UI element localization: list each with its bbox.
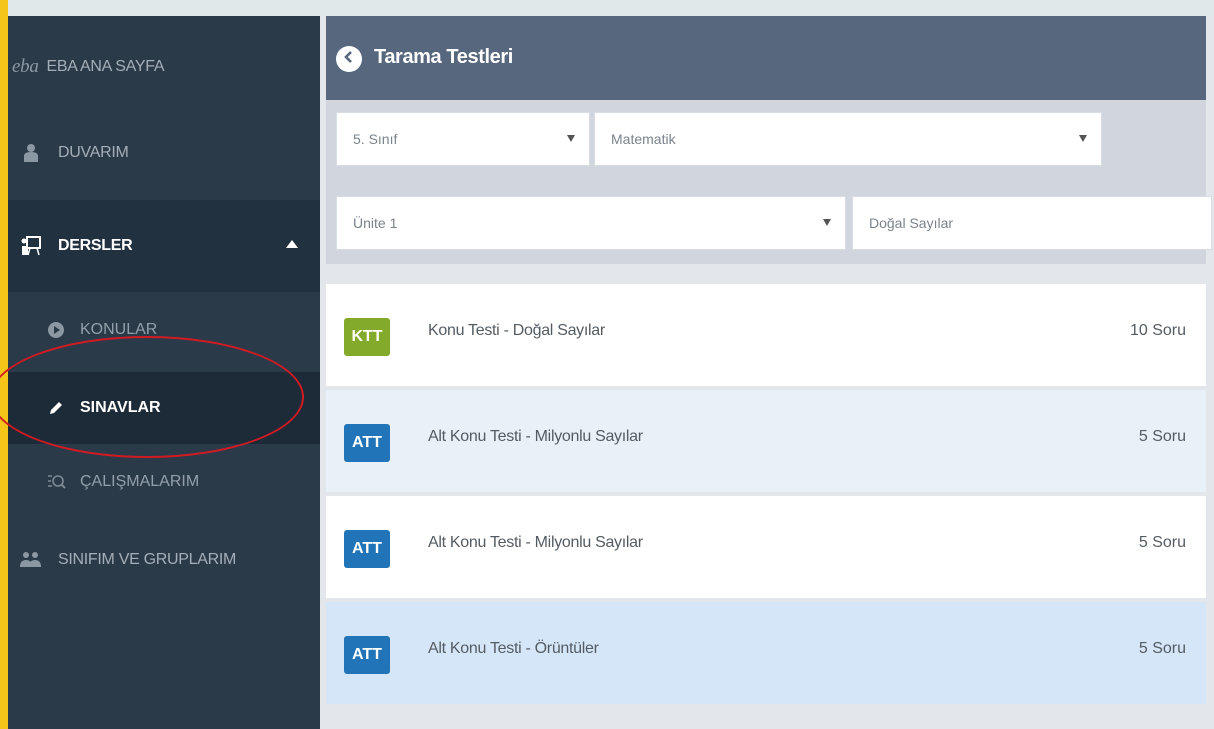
- sidebar-item-label: SINAVLAR: [80, 399, 161, 416]
- user-icon: [20, 142, 42, 164]
- filter-panel: 5. Sınıf Matematik Ünite 1 Doğal Sayılar: [326, 100, 1212, 264]
- page-header: Tarama Testleri: [326, 16, 1206, 100]
- question-count: 5 Soru: [1138, 534, 1186, 551]
- unit-select[interactable]: Ünite 1: [336, 196, 846, 250]
- sidebar-item-topics[interactable]: KONULAR: [8, 296, 320, 364]
- sidebar-item-label: KONULAR: [80, 321, 158, 338]
- subject-select[interactable]: Matematik: [594, 112, 1102, 166]
- sidebar-item-label: DUVARIM: [58, 144, 129, 161]
- grade-select[interactable]: 5. Sınıf: [336, 112, 590, 166]
- subject-select-value: Matematik: [611, 131, 676, 147]
- sidebar-item-label: EBA ANA SAYFA: [46, 58, 165, 75]
- dropdown-arrow-icon: [1079, 135, 1087, 142]
- presentation-board-icon: [20, 235, 42, 257]
- question-count: 5 Soru: [1138, 428, 1186, 445]
- grade-select-value: 5. Sınıf: [353, 131, 398, 147]
- sidebar-item-label: ÇALIŞMALARIM: [80, 473, 200, 490]
- sidebar-item-exams[interactable]: SINAVLAR: [8, 372, 320, 444]
- page-title: Tarama Testleri: [374, 46, 513, 68]
- pencil-icon: [46, 398, 66, 418]
- test-type-badge: ATT: [344, 424, 390, 462]
- test-title: Alt Konu Testi - Milyonlu Sayılar: [428, 428, 643, 445]
- users-icon: [20, 549, 42, 571]
- sidebar-item-eba-home[interactable]: eba EBA ANA SAYFA: [8, 38, 320, 96]
- test-row[interactable]: KTT Konu Testi - Doğal Sayılar 10 Soru: [326, 284, 1206, 386]
- test-type-badge: ATT: [344, 636, 390, 674]
- sidebar-item-lessons[interactable]: DERSLER: [8, 200, 320, 292]
- back-button[interactable]: [336, 46, 362, 72]
- caret-up-icon: [286, 240, 298, 248]
- test-row[interactable]: ATT Alt Konu Testi - Örüntüler 5 Soru: [326, 602, 1206, 704]
- main-content: Tarama Testleri 5. Sınıf Matematik Ünite…: [326, 16, 1212, 729]
- sidebar-item-wall[interactable]: DUVARIM: [8, 124, 320, 182]
- test-title: Alt Konu Testi - Örüntüler: [428, 640, 599, 657]
- question-count: 5 Soru: [1138, 640, 1186, 657]
- question-count: 10 Soru: [1129, 322, 1186, 339]
- sidebar-item-class-groups[interactable]: SINIFIM VE GRUPLARIM: [8, 532, 320, 588]
- search-document-icon: [46, 472, 66, 492]
- dropdown-arrow-icon: [823, 219, 831, 226]
- play-circle-icon: [46, 320, 66, 340]
- sidebar-item-label: SINIFIM VE GRUPLARIM: [58, 551, 237, 568]
- chevron-left-circle-icon: [342, 50, 356, 69]
- top-strip: [8, 0, 1214, 16]
- test-title: Konu Testi - Doğal Sayılar: [428, 322, 605, 339]
- topic-select[interactable]: Doğal Sayılar: [852, 196, 1212, 250]
- unit-select-value: Ünite 1: [353, 215, 398, 231]
- dropdown-arrow-icon: [567, 135, 575, 142]
- test-type-badge: KTT: [344, 318, 390, 356]
- sidebar: eba EBA ANA SAYFA DUVARIM DERSLER KONULA…: [0, 16, 320, 729]
- test-type-badge: ATT: [344, 530, 390, 568]
- test-row[interactable]: ATT Alt Konu Testi - Milyonlu Sayılar 5 …: [326, 496, 1206, 598]
- test-title: Alt Konu Testi - Milyonlu Sayılar: [428, 534, 643, 551]
- topic-select-value: Doğal Sayılar: [869, 215, 954, 231]
- test-row[interactable]: ATT Alt Konu Testi - Milyonlu Sayılar 5 …: [326, 390, 1206, 492]
- sidebar-item-label: DERSLER: [58, 237, 133, 254]
- sidebar-item-my-studies[interactable]: ÇALIŞMALARIM: [8, 448, 320, 516]
- eba-logo: eba: [12, 56, 39, 77]
